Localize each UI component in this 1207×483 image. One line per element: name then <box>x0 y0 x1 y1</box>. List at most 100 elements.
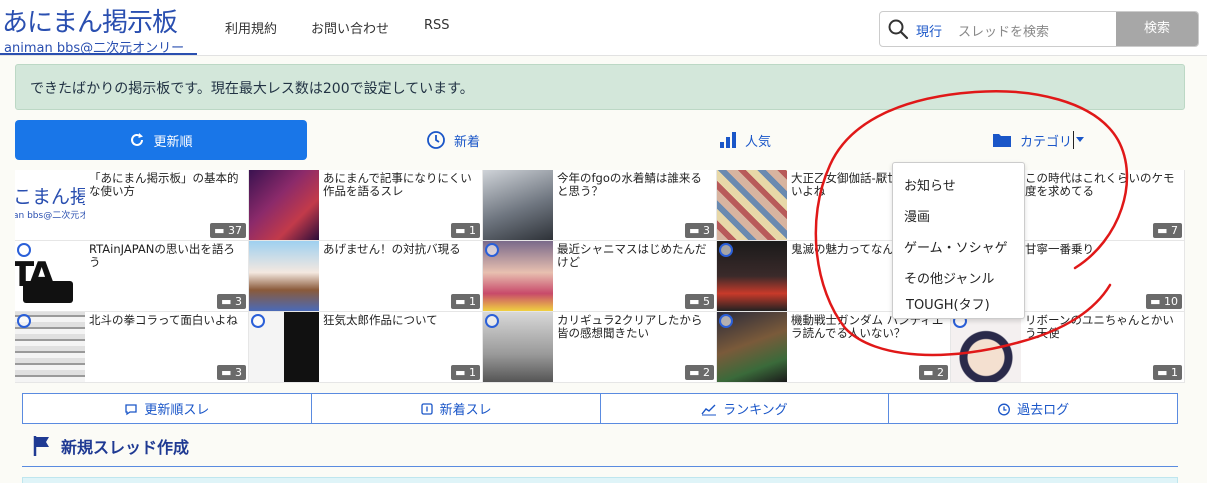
nav-link-terms[interactable]: 利用規約 <box>225 18 277 37</box>
history-icon <box>998 403 1011 415</box>
category-item-tough[interactable]: TOUGH(タフ) <box>906 294 990 313</box>
nav-link-contact[interactable]: お問い合わせ <box>311 18 389 37</box>
category-dropdown: お知らせ 漫画 ゲーム・ソシャゲ その他ジャンル TOUGH(タフ) <box>892 162 1025 319</box>
thread-card[interactable]: こまん掲示 an bbs@二次元オ 「あにまん掲示板」の基本的な使い方 ▬ 37 <box>15 170 249 241</box>
tab-label: カテゴリ <box>1019 134 1072 150</box>
search-scope-select[interactable]: 現行 <box>916 21 942 40</box>
thread-card[interactable]: 機動戦士ガンダム ハンディエラ読んでる人いない？ ▬ 2 <box>717 312 951 383</box>
new-clock-icon <box>485 314 499 328</box>
reply-count-badge: ▬ 1 <box>451 223 480 238</box>
section-title-text: 新規スレッド作成 <box>61 438 190 457</box>
reply-count-badge: ▬ 3 <box>217 294 246 309</box>
bottom-nav-archive[interactable]: 過去ログ <box>889 394 1177 423</box>
new-clock-icon <box>17 243 31 257</box>
tab-popular[interactable]: 人気 <box>599 120 891 160</box>
trend-icon <box>701 404 717 415</box>
new-clock-icon <box>719 314 733 328</box>
thread-title: リボーンのユニちゃんとかいう天使 <box>1025 314 1174 340</box>
thread-title: あげません！の対抗バ現る <box>323 243 461 256</box>
category-item-other[interactable]: その他ジャンル <box>904 268 994 287</box>
reply-count-badge: ▬ 5 <box>685 294 714 309</box>
logo-title[interactable]: あにまん掲示板 <box>2 2 178 39</box>
thread-title: 甘寧一番乗り <box>1025 243 1094 256</box>
thread-thumbnail <box>249 241 319 311</box>
chat-icon <box>125 403 138 415</box>
reply-count-badge: ▬ 1 <box>451 365 480 380</box>
chevron-down-icon <box>1076 137 1084 142</box>
category-item-news[interactable]: お知らせ <box>904 175 956 194</box>
search-button[interactable]: 検索 <box>1116 12 1198 46</box>
thread-title: カリギュラ2クリアしたから皆の感想聞きたい <box>557 314 703 340</box>
reply-count-badge: ▬ 2 <box>919 365 948 380</box>
info-strip <box>22 477 1178 483</box>
tab-label: 新着 <box>453 134 480 150</box>
thread-title: RTAinJAPANの思い出を語ろう <box>89 243 235 269</box>
bottom-nav: 更新順スレ 新着スレ ランキング 過去ログ <box>22 393 1178 424</box>
search-input[interactable]: スレッドを検索 <box>958 21 1049 40</box>
thread-thumbnail: TA <box>15 241 85 311</box>
bottom-nav-ranking[interactable]: ランキング <box>601 394 890 423</box>
tab-category[interactable]: カテゴリ <box>891 120 1185 160</box>
thread-thumbnail <box>483 170 553 240</box>
thread-thumbnail <box>483 312 553 382</box>
logo-underline <box>0 53 197 55</box>
thread-thumbnail <box>951 312 1021 382</box>
thread-thumbnail <box>717 170 787 240</box>
bar-chart-icon <box>719 132 736 148</box>
new-clock-icon <box>17 314 31 328</box>
thread-thumbnail: こまん掲示 an bbs@二次元オ <box>15 170 85 240</box>
tab-label: 更新順 <box>153 134 193 150</box>
thread-thumbnail <box>483 241 553 311</box>
reply-count-badge: ▬ 10 <box>1146 294 1182 309</box>
reply-count-badge: ▬ 1 <box>451 294 480 309</box>
thread-card[interactable]: カリギュラ2クリアしたから皆の感想聞きたい ▬ 2 <box>483 312 717 383</box>
tab-new[interactable]: 新着 <box>307 120 599 160</box>
category-item-manga[interactable]: 漫画 <box>904 206 930 225</box>
thread-thumbnail <box>15 312 85 382</box>
thread-thumbnail <box>249 312 319 382</box>
section-divider <box>22 466 1178 467</box>
thread-card[interactable]: 最近シャニマスはじめたんだけど ▬ 5 <box>483 241 717 312</box>
folder-icon <box>992 134 1011 147</box>
thread-card[interactable]: リボーンのユニちゃんとかいう天使 ▬ 1 <box>951 312 1185 383</box>
reply-count-badge: ▬ 1 <box>1153 365 1182 380</box>
thread-card[interactable]: あげません！の対抗バ現る ▬ 1 <box>249 241 483 312</box>
thread-thumbnail <box>717 312 787 382</box>
thread-card[interactable]: 今年のfgoの水着鯖は誰来ると思う？ ▬ 3 <box>483 170 717 241</box>
bottom-nav-label: 新着スレ <box>439 403 492 418</box>
thread-card[interactable]: あにまんで記事になりにくい作品を語るスレ ▬ 1 <box>249 170 483 241</box>
new-icon <box>420 402 433 415</box>
flag-icon <box>33 436 49 456</box>
tab-label: 人気 <box>744 134 771 150</box>
thread-title: 狂気太郎作品について <box>323 314 438 327</box>
reply-count-badge: ▬ 3 <box>217 365 246 380</box>
thread-card[interactable]: 北斗の拳コラって面白いよね ▬ 3 <box>15 312 249 383</box>
bottom-nav-latest[interactable]: 更新順スレ <box>23 394 312 423</box>
thread-title: 「あにまん掲示板」の基本的な使い方 <box>89 172 239 198</box>
text-cursor <box>1073 131 1074 149</box>
new-clock-icon <box>485 243 499 257</box>
new-clock-icon <box>251 314 265 328</box>
thread-title: 今年のfgoの水着鯖は誰来ると思う？ <box>557 172 702 198</box>
thread-title: あにまんで記事になりにくい作品を語るスレ <box>323 172 472 198</box>
bottom-nav-new[interactable]: 新着スレ <box>312 394 601 423</box>
thread-thumbnail <box>717 241 787 311</box>
nav-link-rss[interactable]: RSS <box>424 18 450 33</box>
search-box: 現行 スレッドを検索 検索 <box>879 11 1199 47</box>
category-item-games[interactable]: ゲーム・ソシャゲ <box>904 237 1008 256</box>
thread-title: 北斗の拳コラって面白いよね <box>89 314 238 327</box>
site-header: あにまん掲示板 animan bbs@二次元オンリー 利用規約 お問い合わせ R… <box>0 0 1207 56</box>
site-logo[interactable]: あにまん掲示板 animan bbs@二次元オンリー <box>0 0 202 56</box>
thread-card[interactable]: 狂気太郎作品について ▬ 1 <box>249 312 483 383</box>
thread-card[interactable]: TA RTAinJAPANの思い出を語ろう ▬ 3 <box>15 241 249 312</box>
reply-count-badge: ▬ 7 <box>1153 223 1182 238</box>
notice-banner: できたばかりの掲示板です。現在最大レス数は200で設定しています。 <box>15 64 1185 110</box>
reply-count-badge: ▬ 37 <box>210 223 246 238</box>
search-icon <box>888 19 909 40</box>
reply-count-badge: ▬ 2 <box>685 365 714 380</box>
clock-icon <box>427 131 445 149</box>
thread-title: 最近シャニマスはじめたんだけど <box>557 243 707 269</box>
reply-count-badge: ▬ 3 <box>685 223 714 238</box>
bottom-nav-label: ランキング <box>723 403 788 418</box>
tab-latest-update[interactable]: 更新順 <box>15 120 307 160</box>
